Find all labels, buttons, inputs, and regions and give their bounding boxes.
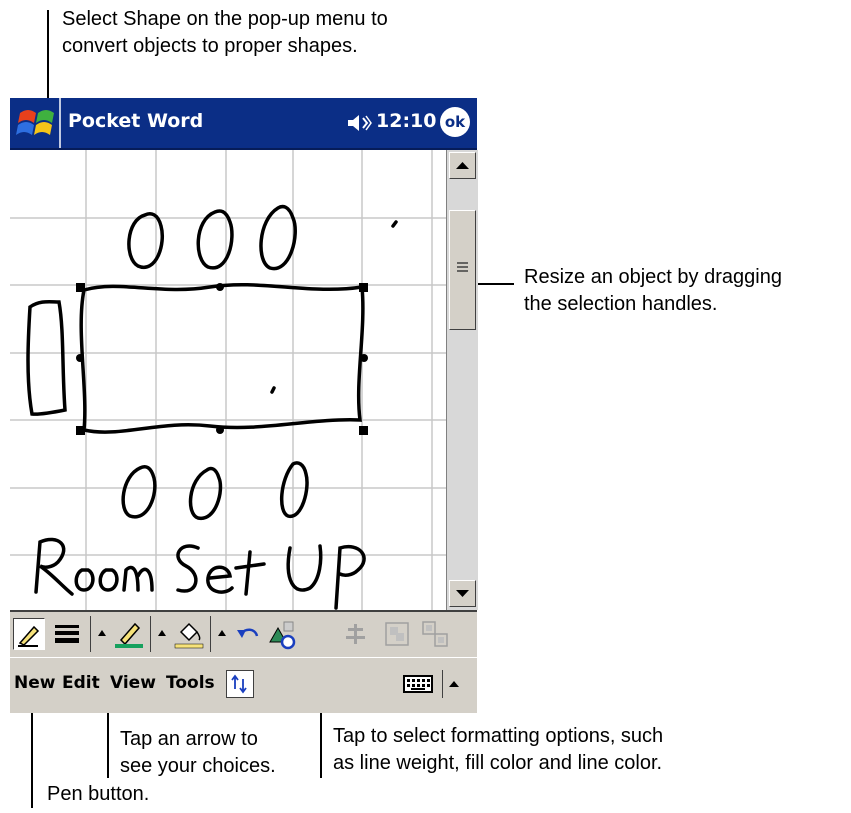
- menu-edit[interactable]: Edit: [62, 673, 100, 693]
- selection-handle: [359, 283, 368, 292]
- selection-handles: [76, 283, 368, 435]
- ink-letter-R: [34, 537, 74, 596]
- undo-button[interactable]: [233, 620, 263, 650]
- ink-big-rect: [79, 282, 365, 434]
- drawing-surface: [10, 150, 446, 610]
- scroll-thumb[interactable]: [449, 210, 476, 330]
- keyboard-icon[interactable]: [402, 672, 436, 696]
- callout-pen-button: Pen button.: [47, 783, 150, 805]
- callout-tap-arrow: Tap an arrow to see your choices.: [120, 728, 276, 777]
- app-title: Pocket Word: [68, 110, 204, 132]
- fill-color-dropdown-arrow[interactable]: [156, 626, 168, 640]
- arrow-dropdown[interactable]: [216, 626, 228, 640]
- ink-letter-S: [176, 544, 200, 593]
- line-color-dropdown-arrow[interactable]: [96, 626, 108, 640]
- pen-icon: [18, 625, 40, 647]
- pen-button[interactable]: [13, 618, 45, 650]
- selection-handle: [360, 354, 368, 362]
- shape-format-icon: [269, 621, 296, 650]
- ink-letter-e: [206, 565, 234, 594]
- selection-handle: [359, 426, 368, 435]
- group-icon: [385, 622, 409, 646]
- drawing-mode-toggle[interactable]: [226, 670, 254, 698]
- title-separator: [59, 98, 61, 148]
- menu-bar: New Edit View Tools: [10, 657, 477, 713]
- ink-letter-P: [334, 544, 366, 610]
- scroll-up-button[interactable]: [449, 152, 476, 179]
- arrow-up-icon: [456, 162, 469, 169]
- line-weight-button[interactable]: [52, 620, 82, 650]
- selection-handle: [76, 426, 85, 435]
- arrow-up-small-icon: [449, 681, 459, 687]
- undo-icon: [237, 628, 259, 638]
- ink-oval: [280, 461, 309, 518]
- line-weight-icon: [55, 625, 79, 643]
- ink-small-rect: [26, 299, 67, 416]
- ungroup-icon: [422, 621, 448, 647]
- up-down-arrows-icon: [231, 674, 247, 694]
- speaker-icon[interactable]: [346, 112, 372, 134]
- fill-color-button[interactable]: [173, 618, 205, 650]
- toolbar-separator: [210, 616, 211, 652]
- group-button[interactable]: [382, 619, 412, 649]
- ink-letter-t: [234, 550, 266, 596]
- line-color-button[interactable]: [113, 618, 145, 650]
- ok-button[interactable]: ok: [440, 107, 470, 137]
- ink-oval: [121, 465, 157, 519]
- arrow-up-small-icon: [158, 630, 166, 636]
- selection-handle: [76, 283, 85, 292]
- scroll-down-button[interactable]: [449, 580, 476, 607]
- menu-view[interactable]: View: [110, 673, 156, 693]
- ink-oval: [188, 466, 223, 520]
- menu-new[interactable]: New: [14, 673, 55, 693]
- ink-oval: [196, 209, 234, 270]
- drawing-canvas[interactable]: [10, 150, 446, 610]
- input-panel-arrow[interactable]: [447, 676, 461, 692]
- selection-handle: [216, 283, 224, 291]
- shape-format-button[interactable]: [266, 618, 300, 652]
- selection-handle: [216, 426, 224, 434]
- callout-formatting: Tap to select formatting options, such a…: [333, 725, 664, 774]
- arrow-up-small-icon: [218, 630, 226, 636]
- pocket-pc-window: Pocket Word 12:10 ok New Edit View Tools: [10, 98, 478, 713]
- vertical-scrollbar[interactable]: [446, 150, 478, 610]
- arrow-up-small-icon: [98, 630, 106, 636]
- ink-letter-o: [74, 568, 95, 592]
- toolbar-separator: [90, 616, 91, 652]
- callout-select-shape: Select Shape on the pop-up menu to conve…: [62, 8, 388, 57]
- ink-oval: [259, 204, 297, 271]
- toolbar-separator: [150, 616, 151, 652]
- align-icon: [346, 624, 365, 644]
- ink-oval: [127, 212, 164, 270]
- menu-tools[interactable]: Tools: [166, 673, 215, 693]
- line-color-icon: [115, 622, 143, 648]
- windows-flag-icon[interactable]: [16, 105, 60, 141]
- toolbar-separator: [442, 670, 443, 698]
- align-button[interactable]: [342, 620, 370, 648]
- fill-color-icon: [174, 622, 204, 649]
- drawing-toolbar: [10, 610, 477, 657]
- ungroup-button[interactable]: [420, 619, 450, 649]
- ink-letter-o: [98, 568, 119, 592]
- arrow-down-icon: [456, 590, 469, 597]
- clock[interactable]: 12:10: [376, 110, 436, 132]
- grip-icon: [457, 262, 468, 272]
- selection-handle: [76, 354, 84, 362]
- callout-resize: Resize an object by dragging the selecti…: [524, 266, 782, 315]
- title-bar: Pocket Word 12:10 ok: [10, 98, 477, 150]
- ink-letter-m: [122, 565, 154, 592]
